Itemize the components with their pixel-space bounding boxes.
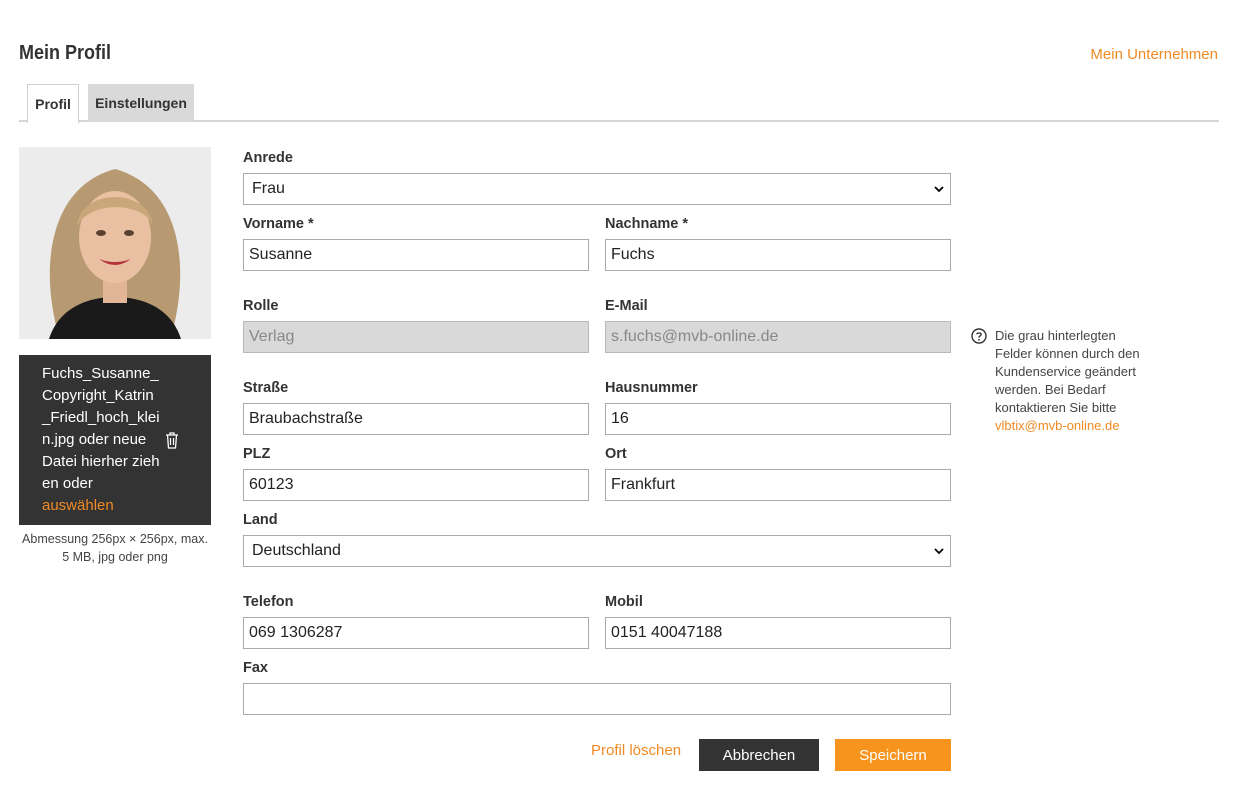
cancel-button[interactable]: Abbrechen (699, 739, 819, 771)
tab-bar: Profil Einstellungen (19, 84, 1219, 124)
nachname-field[interactable] (605, 239, 951, 271)
strasse-label: Straße (243, 380, 289, 396)
fax-label: Fax (243, 660, 268, 676)
mobil-field[interactable] (605, 617, 951, 649)
photo-upload-dropzone[interactable]: Fuchs_Susanne_Copyright_Katrin_Friedl_ho… (19, 355, 211, 525)
rolle-field (243, 321, 589, 353)
chevron-down-icon (934, 548, 944, 555)
upload-select-link[interactable]: auswählen (42, 497, 114, 514)
hausnummer-field[interactable] (605, 403, 951, 435)
email-field (605, 321, 951, 353)
upload-hint: Abmessung 256px × 256px, max. 5 MB, jpg … (22, 532, 208, 564)
chevron-down-icon (934, 186, 944, 193)
upload-instructions: Fuchs_Susanne_Copyright_Katrin_Friedl_ho… (42, 365, 160, 514)
telefon-field[interactable] (243, 617, 589, 649)
vorname-field[interactable] (243, 239, 589, 271)
email-label: E-Mail (605, 298, 648, 314)
strasse-field[interactable] (243, 403, 589, 435)
company-link[interactable]: Mein Unternehmen (1090, 46, 1218, 63)
page-title: Mein Profil (19, 42, 112, 64)
anrede-label: Anrede (243, 150, 293, 166)
mobil-label: Mobil (605, 594, 643, 610)
anrede-select[interactable]: Frau (243, 173, 951, 205)
delete-profile-link[interactable]: Profil löschen (591, 742, 681, 759)
hausnummer-label: Hausnummer (605, 380, 698, 396)
support-email-link[interactable]: vlbtix@mvb-online.de (995, 418, 1119, 433)
land-value: Deutschland (252, 542, 341, 559)
ort-field[interactable] (605, 469, 951, 501)
help-circle-icon (971, 328, 987, 344)
info-text: Die grau hinterlegten Felder können durc… (995, 328, 1140, 415)
land-select[interactable]: Deutschland (243, 535, 951, 567)
plz-label: PLZ (243, 446, 271, 462)
trash-icon[interactable] (164, 431, 180, 449)
tab-profil[interactable]: Profil (27, 84, 79, 124)
telefon-label: Telefon (243, 594, 294, 610)
ort-label: Ort (605, 446, 627, 462)
fax-field[interactable] (243, 683, 951, 715)
save-button[interactable]: Speichern (835, 739, 951, 771)
tab-einstellungen[interactable]: Einstellungen (88, 84, 194, 122)
vorname-label: Vorname * (243, 216, 314, 232)
anrede-value: Frau (252, 180, 285, 197)
nachname-label: Nachname * (605, 216, 689, 232)
land-label: Land (243, 512, 278, 528)
rolle-label: Rolle (243, 298, 279, 314)
plz-field[interactable] (243, 469, 589, 501)
profile-photo (19, 147, 211, 339)
